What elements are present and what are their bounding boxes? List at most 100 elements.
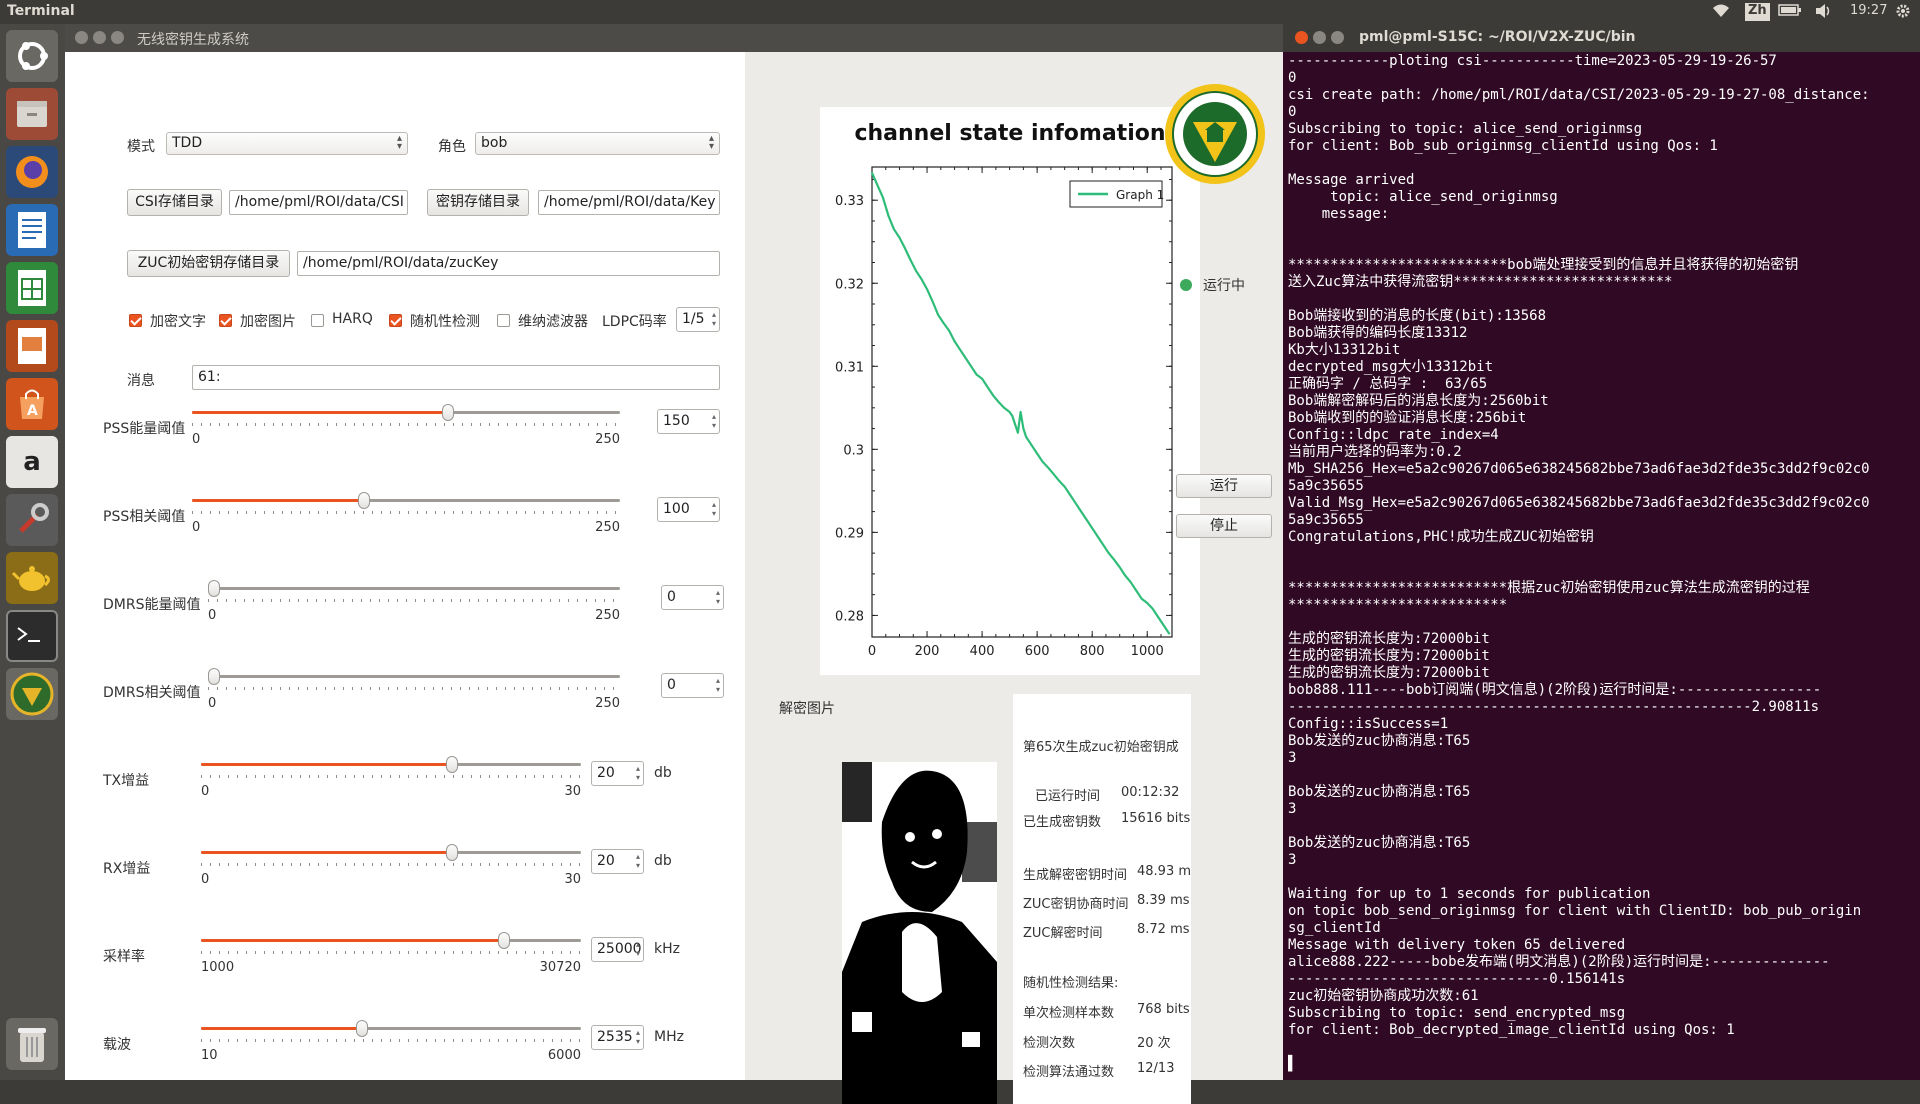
slider[interactable]: 0 250 [208,668,620,712]
minimize-icon[interactable] [1313,31,1326,44]
wifi-icon[interactable] [1712,3,1730,23]
csi-dir-field[interactable]: /home/pml/ROI/data/CSI [229,190,408,215]
slider-label: PSS能量阈值 [103,421,186,437]
y-tick-label: 0.28 [835,609,864,624]
minimize-icon[interactable] [93,31,106,44]
ubuntu-logo-icon[interactable] [6,30,58,82]
slider-value: 0 [667,677,676,693]
slider-ticks [201,1039,581,1042]
slider-label: 采样率 [103,949,145,965]
key-dir-field[interactable]: /home/pml/ROI/data/Key [538,190,720,215]
spin-arrows-icon[interactable]: ▴ ▾ [712,500,716,518]
slider[interactable]: 0 30 [201,756,581,800]
data-point [948,329,950,332]
volume-icon[interactable] [1814,3,1832,23]
slider-value-spinbox[interactable]: 2535 ▴ ▾ [591,1025,644,1050]
slider[interactable]: 0 250 [208,580,620,624]
close-icon[interactable] [1295,31,1308,44]
slider-max-label: 30 [564,872,581,887]
slider[interactable]: 10 6000 [201,1020,581,1064]
terminal-line: 生成的密钥流长度为:72000bit [1288,631,1490,647]
writer-icon[interactable] [6,204,58,256]
university-app-icon[interactable] [6,668,58,720]
role-select[interactable]: bob ▴ ▾ [475,132,720,155]
slider-unit-label: db [654,765,672,781]
spin-arrows-icon[interactable]: ▴ ▾ [636,940,640,958]
csi-dir-button[interactable]: CSI存储目录 [127,189,222,216]
slider-value-spinbox[interactable]: 100 ▴ ▾ [657,497,720,522]
spin-arrows-icon[interactable]: ▴ ▾ [716,588,720,606]
checkbox-encrypt-image[interactable] [219,314,232,327]
slider-track[interactable] [208,675,620,678]
slider[interactable]: 1000 30720 [201,932,581,976]
slider-handle[interactable] [497,932,510,949]
terminal-icon[interactable] [6,610,58,662]
checkbox-encrypt-text[interactable] [129,314,142,327]
maximize-icon[interactable] [1331,31,1344,44]
generated-keys-label: 已生成密钥数 [1023,815,1102,830]
run-button[interactable]: 运行 [1176,474,1272,498]
slider-handle[interactable] [446,844,459,861]
zuc-dir-field[interactable]: /home/pml/ROI/data/zucKey [297,251,720,276]
maximize-icon[interactable] [111,31,124,44]
slider-handle[interactable] [446,756,459,773]
slider[interactable]: 0 250 [192,404,620,448]
spin-arrows-icon[interactable]: ▴ ▾ [636,1028,640,1046]
slider-ticks [201,863,581,866]
slider-value-spinbox[interactable]: 20 ▴ ▾ [591,849,644,874]
data-point [1140,597,1143,600]
slider-value-spinbox[interactable]: 20 ▴ ▾ [591,761,644,786]
software-center-icon[interactable]: A [6,378,58,430]
slider-value-spinbox[interactable]: 25000 ▴ ▾ [591,937,644,962]
input-method-indicator[interactable]: Zh [1745,3,1770,21]
slider-handle[interactable] [441,404,454,421]
slider[interactable]: 0 250 [192,492,620,536]
files-icon[interactable] [6,88,58,140]
slider-track[interactable] [208,587,620,590]
x-tick-label: 600 [1025,644,1050,659]
key-dir-button[interactable]: 密钥存储目录 [427,189,529,216]
slider-handle[interactable] [208,668,220,685]
message-field[interactable]: 61: [192,365,720,390]
amazon-icon[interactable]: a [6,436,58,488]
slider-value-spinbox[interactable]: 0 ▴ ▾ [661,673,724,698]
spin-arrows-icon[interactable]: ▴ ▾ [716,676,720,694]
slider-value: 0 [667,589,676,605]
message-label: 消息 [127,373,155,389]
settings-gear-icon[interactable] [1895,3,1911,23]
close-icon[interactable] [75,31,88,44]
data-point [1168,632,1171,635]
clock[interactable]: 19:27 [1850,3,1887,18]
stop-button[interactable]: 停止 [1176,514,1272,538]
terminal-output[interactable]: ------------ploting csi-----------time=2… [1288,53,1918,1078]
checkbox-wiener-filter[interactable] [497,314,510,327]
spin-arrows-icon[interactable]: ▴ ▾ [712,412,716,430]
teapot-icon[interactable] [6,552,58,604]
slider-value-spinbox[interactable]: 150 ▴ ▾ [657,409,720,434]
slider-max-label: 250 [595,696,620,711]
runtime-value: 00:12:32 [1121,785,1180,800]
slider-value: 2535 [597,1029,633,1045]
zuc-dir-button[interactable]: ZUC初始密钥存储目录 [127,250,290,277]
slider-handle[interactable] [358,492,371,509]
mode-select[interactable]: TDD ▴ ▾ [166,132,408,155]
battery-icon[interactable] [1778,3,1802,21]
slider-handle[interactable] [208,580,220,597]
zuc-negotiation-time-label: ZUC密钥协商时间 [1023,897,1129,912]
settings-icon[interactable] [6,494,58,546]
calc-icon[interactable] [6,262,58,314]
checkbox-randomness-test[interactable] [389,314,402,327]
impress-icon[interactable] [6,320,58,372]
data-point [1124,574,1127,577]
firefox-icon[interactable] [6,146,58,198]
spin-arrows-icon[interactable]: ▴ ▾ [636,852,640,870]
spin-arrows-icon[interactable]: ▴ ▾ [636,764,640,782]
slider-handle[interactable] [356,1020,369,1037]
ldpc-rate-select[interactable]: 1/5 ▴ ▾ [676,307,720,332]
trash-icon[interactable] [6,1018,58,1070]
checkbox-harq[interactable] [311,314,324,327]
slider[interactable]: 0 30 [201,844,581,888]
slider-value-spinbox[interactable]: 0 ▴ ▾ [661,585,724,610]
